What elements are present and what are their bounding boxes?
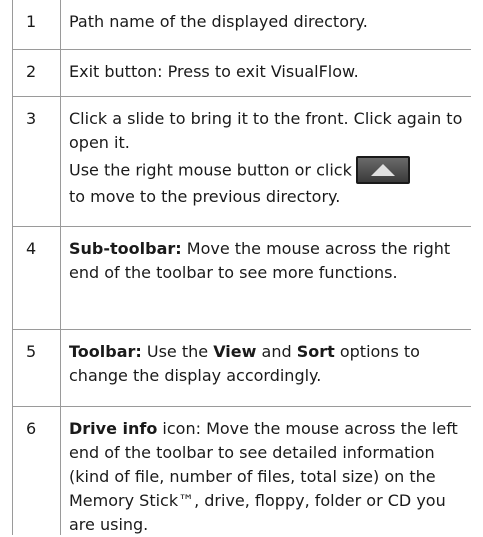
row-description: Exit button: Press to exit VisualFlow. <box>61 50 471 96</box>
term-label: Sub-toolbar: <box>69 239 182 258</box>
description-text: Click a slide to bring it to the front. … <box>69 109 463 152</box>
row-number: 2 <box>13 50 61 96</box>
up-directory-button[interactable] <box>355 156 410 184</box>
description-text: Path name of the displayed directory. <box>69 12 368 31</box>
table-row: 2 Exit button: Press to exit VisualFlow. <box>13 50 471 97</box>
row-number: 5 <box>13 330 61 406</box>
text-segment: to move to the previous directory. <box>69 187 341 206</box>
text-segment: and <box>256 342 297 361</box>
description-text-2: Use the right mouse button or click to mo… <box>69 156 463 209</box>
table-row: 6 Drive info icon: Move the mouse across… <box>13 407 471 535</box>
description-text: Sub-toolbar: Move the mouse across the r… <box>69 237 463 285</box>
term-label: View <box>213 342 257 361</box>
row-description: Drive info icon: Move the mouse across t… <box>61 407 471 535</box>
row-description: Path name of the displayed directory. <box>61 0 471 49</box>
row-number: 1 <box>13 0 61 49</box>
table-row: 3 Click a slide to bring it to the front… <box>13 97 471 227</box>
up-arrow-icon <box>370 164 395 176</box>
row-description: Sub-toolbar: Move the mouse across the r… <box>61 227 471 329</box>
row-description: Click a slide to bring it to the front. … <box>61 97 471 226</box>
row-description: Toolbar: Use the View and Sort options t… <box>61 330 471 406</box>
row-number: 6 <box>13 407 61 535</box>
text-segment: Use the <box>141 342 214 361</box>
table-row: 4 Sub-toolbar: Move the mouse across the… <box>13 227 471 330</box>
row-number: 3 <box>13 97 61 226</box>
description-text: Exit button: Press to exit VisualFlow. <box>69 62 359 81</box>
row-number: 4 <box>13 227 61 329</box>
table-row: 1 Path name of the displayed directory. <box>13 0 471 50</box>
description-text: Drive info icon: Move the mouse across t… <box>69 417 463 537</box>
term-label: Drive info <box>69 419 158 438</box>
description-text: Toolbar: Use the View and Sort options t… <box>69 340 463 388</box>
term-label: Toolbar: <box>69 342 142 361</box>
table-row: 5 Toolbar: Use the View and Sort options… <box>13 330 471 407</box>
text-segment: Use the right mouse button or click <box>69 160 352 180</box>
term-label: Sort <box>296 342 335 361</box>
description-table: 1 Path name of the displayed directory. … <box>12 0 471 535</box>
